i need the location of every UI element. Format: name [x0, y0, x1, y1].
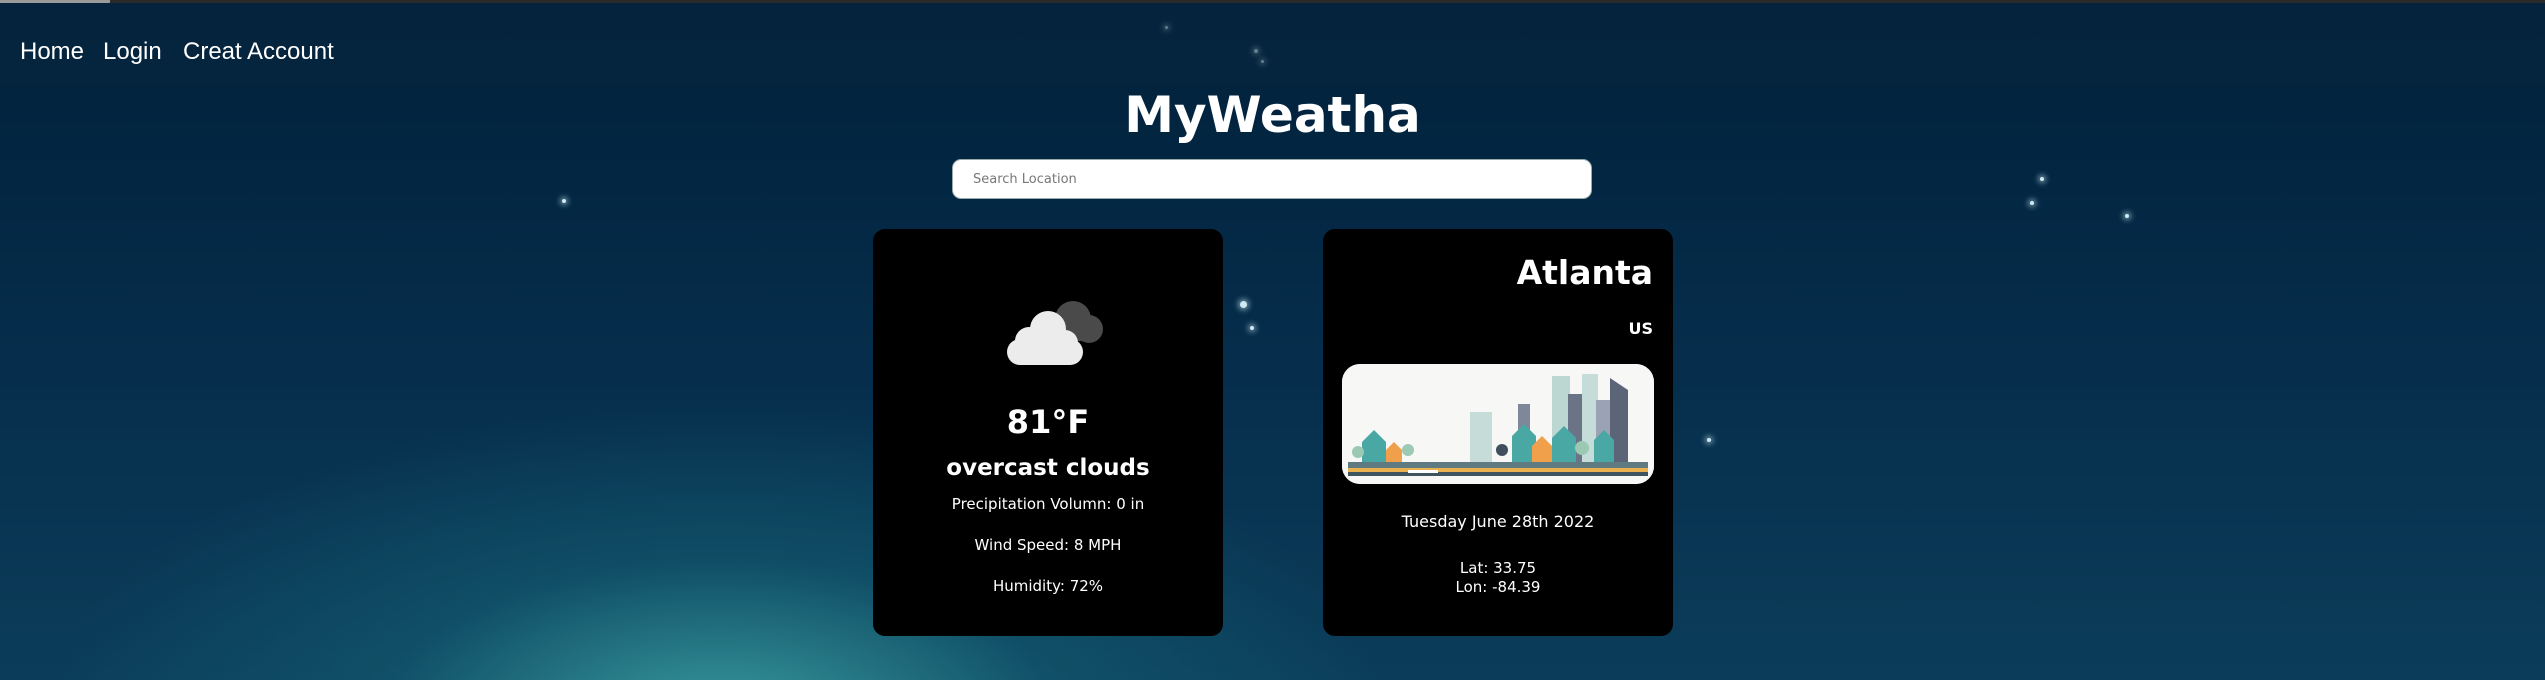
date-text: Tuesday June 28th 2022	[1401, 512, 1595, 531]
star-decoration	[2030, 201, 2034, 205]
precipitation-text: Precipitation Volumn: 0 in	[951, 495, 1145, 513]
nav-create-account-link[interactable]: Creat Account	[183, 38, 334, 66]
weather-description: overcast clouds	[946, 455, 1150, 481]
star-decoration	[2125, 214, 2129, 218]
longitude-text: Lon: -84.39	[1455, 578, 1541, 596]
star-decoration	[1240, 301, 1247, 308]
star-decoration	[1250, 326, 1254, 330]
star-decoration	[1707, 438, 1711, 442]
humidity-text: Humidity: 72%	[992, 577, 1104, 595]
latitude-text: Lat: 33.75	[1459, 559, 1537, 577]
location-card: Atlanta US Tuesday June 28th 2022 Lat: 3…	[1323, 229, 1673, 636]
wind-speed-text: Wind Speed: 8 MPH	[974, 536, 1122, 554]
country-code: US	[1628, 319, 1653, 338]
nav-home-link[interactable]: Home	[20, 38, 84, 66]
search-location-input[interactable]	[952, 159, 1592, 199]
overcast-cloud-icon	[1007, 301, 1103, 365]
city-skyline-image	[1342, 364, 1654, 484]
page-title: MyWeatha	[1124, 86, 1421, 144]
star-decoration	[562, 199, 566, 203]
weather-card: 81°F overcast clouds Precipitation Volum…	[873, 229, 1223, 636]
nav-login-link[interactable]: Login	[103, 38, 162, 66]
top-navigation: Home Login Creat Account	[0, 3, 2545, 85]
temperature-value: 81°F	[1006, 403, 1090, 441]
star-decoration	[2040, 177, 2044, 181]
city-name: Atlanta	[1516, 253, 1653, 292]
